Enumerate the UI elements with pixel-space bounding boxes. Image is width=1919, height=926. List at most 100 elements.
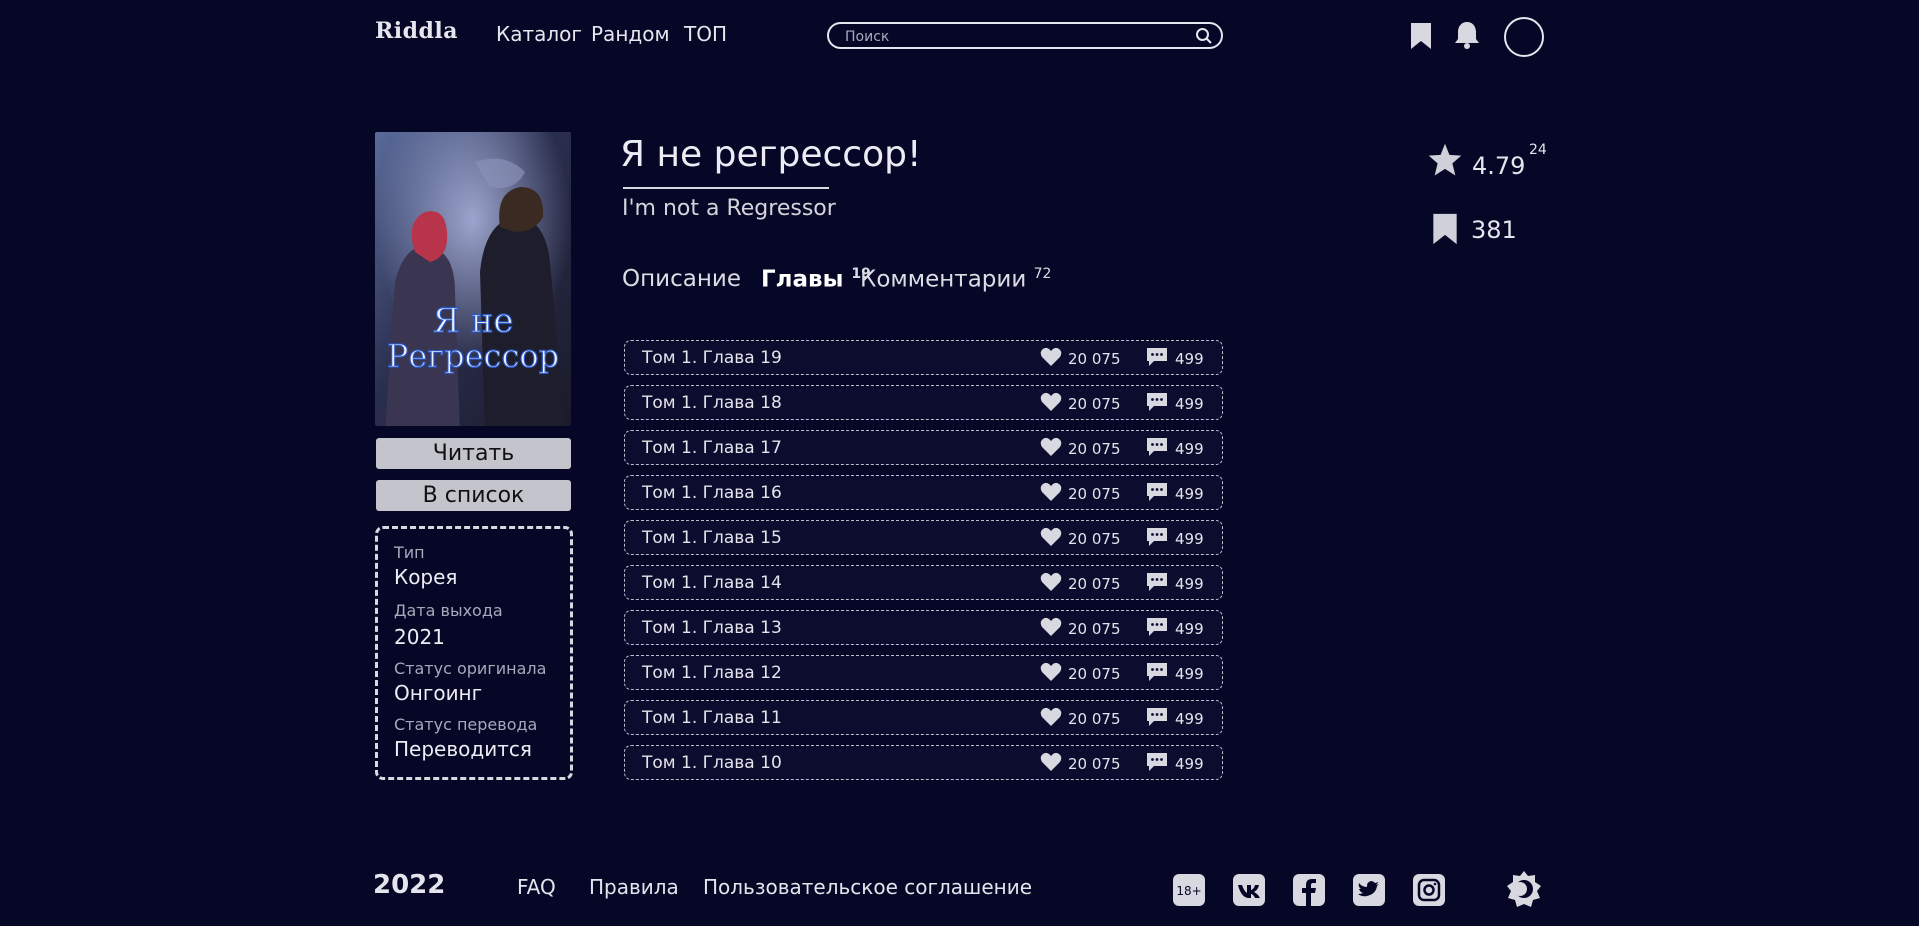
heart-icon[interactable] — [1040, 707, 1062, 731]
comment-icon[interactable] — [1145, 572, 1169, 596]
chapter-likes: 20 075 — [1040, 707, 1121, 731]
chapter-comments-count: 499 — [1175, 665, 1204, 683]
tab-description-label: Описание — [622, 266, 741, 292]
nav-catalog[interactable]: Каталог — [496, 22, 582, 46]
chapter-row[interactable]: Том 1. Глава 17 20 075 499 — [624, 430, 1223, 465]
age-18-icon[interactable]: 18+ — [1173, 874, 1205, 906]
twitter-icon[interactable] — [1353, 874, 1385, 906]
comment-icon[interactable] — [1145, 392, 1169, 416]
info-panel: Тип Корея Дата выхода 2021 Статус оригин… — [375, 526, 573, 780]
chapter-comments-count: 499 — [1175, 620, 1204, 638]
comment-icon[interactable] — [1145, 662, 1169, 686]
cover-text-2: Регрессор — [387, 337, 559, 375]
bell-icon[interactable] — [1453, 20, 1481, 54]
comment-icon[interactable] — [1145, 617, 1169, 641]
chapter-likes-count: 20 075 — [1068, 530, 1121, 548]
chapter-row[interactable]: Том 1. Глава 14 20 075 499 — [624, 565, 1223, 600]
search-bar — [827, 22, 1223, 49]
chapter-comments: 499 — [1145, 347, 1204, 371]
chapter-likes: 20 075 — [1040, 617, 1121, 641]
title-underline — [623, 187, 829, 189]
chapter-likes-count: 20 075 — [1068, 350, 1121, 368]
tab-chapters[interactable]: Главы 19 — [761, 266, 871, 293]
chapter-comments: 499 — [1145, 392, 1204, 416]
comment-icon[interactable] — [1145, 482, 1169, 506]
chapter-row[interactable]: Том 1. Глава 19 20 075 499 — [624, 340, 1223, 375]
chapter-likes: 20 075 — [1040, 482, 1121, 506]
heart-icon[interactable] — [1040, 347, 1062, 371]
read-button[interactable]: Читать — [376, 438, 571, 469]
tab-comments[interactable]: Комментарии 72 — [860, 266, 1051, 293]
chapter-name: Том 1. Глава 17 — [642, 438, 782, 458]
tab-description[interactable]: Описание — [622, 266, 741, 292]
nav-random[interactable]: Рандом — [591, 22, 670, 46]
avatar[interactable] — [1504, 17, 1544, 57]
heart-icon[interactable] — [1040, 572, 1062, 596]
chapter-name: Том 1. Глава 15 — [642, 528, 782, 548]
heart-icon[interactable] — [1040, 392, 1062, 416]
chapter-likes-count: 20 075 — [1068, 710, 1121, 728]
chapter-name: Том 1. Глава 11 — [642, 708, 782, 728]
nav-top[interactable]: ТОП — [684, 22, 727, 46]
tab-comments-label: Комментарии — [860, 266, 1027, 293]
footer-link-faq[interactable]: FAQ — [517, 875, 556, 899]
rating-value: 4.79 — [1472, 152, 1526, 180]
chapter-likes: 20 075 — [1040, 527, 1121, 551]
chapter-row[interactable]: Том 1. Глава 18 20 075 499 — [624, 385, 1223, 420]
comment-icon[interactable] — [1145, 437, 1169, 461]
chapter-row[interactable]: Том 1. Глава 12 20 075 499 — [624, 655, 1223, 690]
heart-icon[interactable] — [1040, 527, 1062, 551]
chapter-row[interactable]: Том 1. Глава 16 20 075 499 — [624, 475, 1223, 510]
chapter-row[interactable]: Том 1. Глава 13 20 075 499 — [624, 610, 1223, 645]
star-icon — [1427, 143, 1463, 181]
info-label-release: Дата выхода — [394, 601, 503, 620]
chapter-likes: 20 075 — [1040, 752, 1121, 776]
chapter-comments-count: 499 — [1175, 485, 1204, 503]
theme-toggle-icon[interactable] — [1504, 869, 1544, 909]
comment-icon[interactable] — [1145, 707, 1169, 731]
bookmark-icon[interactable] — [1409, 22, 1433, 54]
chapter-row[interactable]: Том 1. Глава 15 20 075 499 — [624, 520, 1223, 555]
original-title: I'm not a Regressor — [622, 196, 836, 221]
site-logo[interactable]: Riddla — [375, 18, 458, 44]
heart-icon[interactable] — [1040, 662, 1062, 686]
info-value-release: 2021 — [394, 625, 445, 649]
footer-link-rules[interactable]: Правила — [589, 875, 679, 899]
comment-icon[interactable] — [1145, 347, 1169, 371]
chapter-comments: 499 — [1145, 752, 1204, 776]
chapter-likes-count: 20 075 — [1068, 620, 1121, 638]
instagram-icon[interactable] — [1413, 874, 1445, 906]
chapter-row[interactable]: Том 1. Глава 10 20 075 499 — [624, 745, 1223, 780]
chapter-name: Том 1. Глава 13 — [642, 618, 782, 638]
info-label-translation-status: Статус перевода — [394, 715, 538, 734]
chapter-likes: 20 075 — [1040, 392, 1121, 416]
heart-icon[interactable] — [1040, 617, 1062, 641]
chapter-row[interactable]: Том 1. Глава 11 20 075 499 — [624, 700, 1223, 735]
heart-icon[interactable] — [1040, 752, 1062, 776]
chapter-likes-count: 20 075 — [1068, 755, 1121, 773]
footer-year: 2022 — [373, 870, 446, 900]
search-icon[interactable] — [1195, 27, 1213, 49]
comment-icon[interactable] — [1145, 527, 1169, 551]
info-value-type: Корея — [394, 565, 458, 589]
add-to-list-button[interactable]: В список — [376, 480, 571, 511]
cover-image: Я не Регрессор — [375, 132, 571, 426]
chapter-name: Том 1. Глава 19 — [642, 348, 782, 368]
chapter-comments-count: 499 — [1175, 530, 1204, 548]
heart-icon[interactable] — [1040, 482, 1062, 506]
chapter-comments: 499 — [1145, 482, 1204, 506]
bookmark-count: 381 — [1471, 216, 1517, 244]
heart-icon[interactable] — [1040, 437, 1062, 461]
chapter-name: Том 1. Глава 16 — [642, 483, 782, 503]
chapter-likes-count: 20 075 — [1068, 485, 1121, 503]
chapter-likes: 20 075 — [1040, 662, 1121, 686]
footer-link-agreement[interactable]: Пользовательское соглашение — [703, 875, 1032, 899]
tab-comments-count: 72 — [1033, 266, 1052, 282]
chapter-likes-count: 20 075 — [1068, 440, 1121, 458]
info-value-translation-status: Переводится — [394, 737, 532, 761]
facebook-icon[interactable] — [1293, 874, 1325, 906]
comment-icon[interactable] — [1145, 752, 1169, 776]
bookmark-count-icon — [1431, 212, 1459, 250]
vk-icon[interactable] — [1233, 874, 1265, 906]
search-input[interactable] — [843, 27, 1187, 47]
